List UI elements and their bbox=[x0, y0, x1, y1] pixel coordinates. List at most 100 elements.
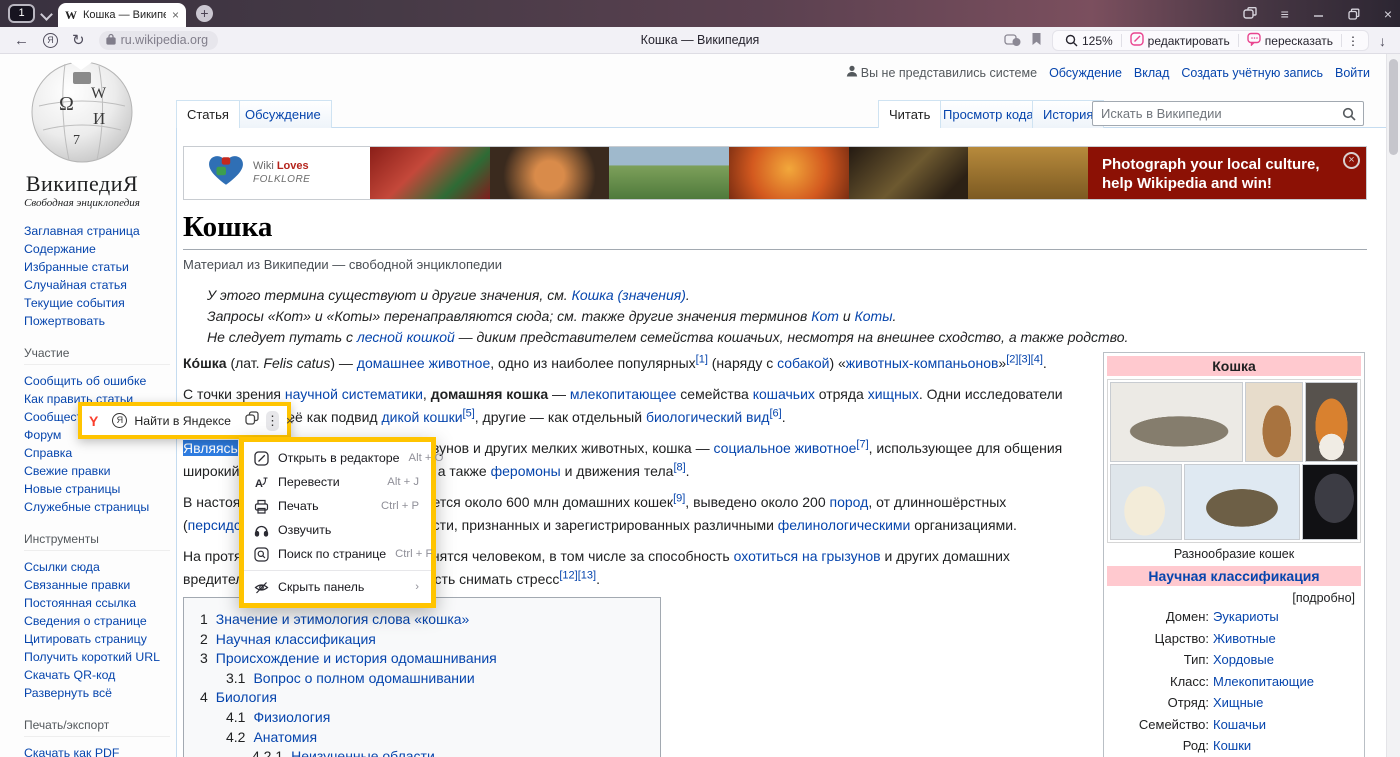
tabs-collection-button[interactable]: 1 bbox=[1004, 32, 1021, 50]
sidebar-link[interactable]: Скачать QR-код bbox=[24, 666, 170, 684]
sidebar-link[interactable]: Сведения о странице bbox=[24, 612, 170, 630]
restore-button[interactable] bbox=[1348, 8, 1360, 20]
toc-item[interactable]: 1Значение и этимология слова «кошка» bbox=[200, 610, 650, 630]
tab-read[interactable]: Читать bbox=[878, 100, 941, 128]
infobox-title: Кошка bbox=[1107, 356, 1361, 376]
personal-link-contrib[interactable]: Вклад bbox=[1134, 66, 1170, 80]
paragraph: Ко́шка (лат. Felis catus) — домашнее жив… bbox=[183, 352, 1088, 375]
toc-item[interactable]: 4.2.1Неизученные области bbox=[200, 747, 650, 757]
url-field[interactable]: ru.wikipedia.org bbox=[99, 31, 219, 50]
sidebar-link[interactable]: Новые страницы bbox=[24, 480, 170, 498]
toc-item[interactable]: 4Биология bbox=[200, 688, 650, 708]
cat-photo[interactable] bbox=[1305, 382, 1358, 462]
panel-more-button[interactable]: ⋮ bbox=[266, 411, 279, 431]
banner-photo bbox=[490, 147, 610, 199]
sidebar-link[interactable]: Скачать как PDF bbox=[24, 744, 170, 757]
sidebar-link[interactable]: Текущие события bbox=[24, 294, 170, 312]
sidebar-link[interactable]: Развернуть всё bbox=[24, 684, 170, 702]
tabs-dropdown-button[interactable] bbox=[42, 10, 51, 19]
banner-brand: Wiki Loves FOLKLORE bbox=[184, 147, 370, 199]
refresh-button[interactable]: ↻ bbox=[72, 31, 85, 49]
menu-item-open-in-editor[interactable]: Открыть в редактореAlt + O bbox=[244, 446, 431, 470]
wiki-search-box[interactable] bbox=[1092, 101, 1364, 126]
cat-photo[interactable] bbox=[1110, 382, 1243, 462]
panel-close-button[interactable]: × bbox=[286, 413, 294, 428]
toc-item[interactable]: 2Научная классификация bbox=[200, 630, 650, 650]
banner-close-icon[interactable]: × bbox=[1343, 152, 1360, 169]
yandex-find-panel[interactable]: Y Я Найти в Яндексе ⋮ × bbox=[78, 402, 291, 439]
menu-item-find-on-page[interactable]: Поиск по страницеCtrl + F bbox=[244, 542, 431, 566]
tab-counter-button[interactable]: 1 bbox=[8, 4, 35, 23]
cat-photo[interactable] bbox=[1184, 464, 1300, 540]
tab-close-button[interactable]: × bbox=[172, 8, 179, 22]
sidebar-link[interactable]: Свежие правки bbox=[24, 462, 170, 480]
classification-header[interactable]: Научная классификация bbox=[1107, 566, 1361, 586]
toc-item[interactable]: 3.1Вопрос о полном одомашнивании bbox=[200, 669, 650, 689]
summarize-button[interactable]: пересказать bbox=[1239, 32, 1341, 49]
detail-link[interactable]: [подробно] bbox=[1107, 589, 1361, 606]
sidebar-link[interactable]: Избранные статьи bbox=[24, 258, 170, 276]
sidebar-link[interactable]: Сообщить об ошибке bbox=[24, 372, 170, 390]
sidebar-link[interactable]: Случайная статья bbox=[24, 276, 170, 294]
tab-view-source[interactable]: Просмотр кода bbox=[932, 100, 1045, 128]
sidebar-link[interactable]: Ссылки сюда bbox=[24, 558, 170, 576]
banner-photo bbox=[968, 147, 1088, 199]
sidebar-link[interactable]: Содержание bbox=[24, 240, 170, 258]
find-in-yandex-button[interactable]: Найти в Яндексе bbox=[134, 414, 231, 428]
tab-article[interactable]: Статья bbox=[176, 100, 240, 128]
wikipedia-wordmark: ВикипедиЯ bbox=[16, 171, 148, 197]
dialogs-icon[interactable] bbox=[1243, 7, 1257, 21]
sidebar-link[interactable]: Цитировать страницу bbox=[24, 630, 170, 648]
zoom-control[interactable]: 125% bbox=[1057, 34, 1121, 48]
cat-photo[interactable] bbox=[1245, 382, 1303, 462]
svg-text:И: И bbox=[93, 109, 105, 128]
wikipedia-logo[interactable]: Ω W И 7 ВикипедиЯ Свободная энциклопедия bbox=[16, 58, 148, 209]
browser-tab[interactable]: W Кошка — Википедия × bbox=[58, 3, 186, 27]
yandex-badge-icon: Я bbox=[112, 413, 127, 428]
toc-item[interactable]: 4.2Анатомия bbox=[200, 728, 650, 748]
sidebar: Заглавная страница Содержание Избранные … bbox=[24, 222, 170, 757]
search-icon[interactable] bbox=[1342, 107, 1356, 121]
search-input[interactable] bbox=[1093, 106, 1342, 121]
toc-item[interactable]: 4.1Физиология bbox=[200, 708, 650, 728]
new-tab-button[interactable]: + bbox=[196, 5, 213, 22]
minimize-button[interactable] bbox=[1313, 8, 1324, 19]
menu-icon[interactable]: ≡ bbox=[1281, 6, 1289, 22]
yandex-search-icon[interactable]: Я bbox=[43, 33, 58, 48]
download-button[interactable]: ↓ bbox=[1379, 33, 1386, 49]
sidebar-link[interactable]: Служебные страницы bbox=[24, 498, 170, 516]
taxobox: Кошка Разнообразие кошек Научная классиф… bbox=[1103, 352, 1365, 757]
cat-photo[interactable] bbox=[1302, 464, 1358, 540]
sidebar-link[interactable]: Справка bbox=[24, 444, 170, 462]
wiki-loves-folklore-logo bbox=[208, 155, 244, 192]
hatnotes: У этого термина существуют и другие знач… bbox=[207, 285, 1357, 348]
edit-mode-button[interactable]: редактировать bbox=[1122, 32, 1238, 49]
taxonomy-row: Класс:Млекопитающие bbox=[1109, 671, 1359, 693]
page-scrollbar[interactable] bbox=[1386, 54, 1400, 757]
menu-item-print[interactable]: ПечатьCtrl + P bbox=[244, 494, 431, 518]
menu-item-translate[interactable]: A ПеревестиAlt + J bbox=[244, 470, 431, 494]
tab-discussion[interactable]: Обсуждение bbox=[234, 100, 332, 128]
wiki-loves-folklore-banner[interactable]: Wiki Loves FOLKLORE Photograph your loca… bbox=[183, 146, 1367, 200]
sidebar-link[interactable]: Пожертвовать bbox=[24, 312, 170, 330]
personal-link-login[interactable]: Войти bbox=[1335, 66, 1370, 80]
menu-item-read-aloud[interactable]: Озвучить bbox=[244, 518, 431, 542]
sidebar-link[interactable]: Заглавная страница bbox=[24, 222, 170, 240]
sidebar-link[interactable]: Постоянная ссылка bbox=[24, 594, 170, 612]
close-button[interactable]: × bbox=[1384, 6, 1392, 22]
svg-text:Ω: Ω bbox=[59, 93, 74, 115]
bookmark-button[interactable] bbox=[1031, 32, 1042, 49]
browser-window: 1 W Кошка — Википедия × + ≡ × ← Я ↻ ru.w… bbox=[0, 0, 1400, 757]
copy-icon[interactable] bbox=[245, 411, 259, 430]
sidebar-link[interactable]: Связанные правки bbox=[24, 576, 170, 594]
sidebar-link[interactable]: Получить короткий URL bbox=[24, 648, 170, 666]
personal-link-talk[interactable]: Обсуждение bbox=[1049, 66, 1122, 80]
menu-item-hide-panel[interactable]: Скрыть панель› bbox=[244, 575, 431, 599]
more-actions-button[interactable]: ⋮ bbox=[1342, 34, 1364, 48]
cat-photo[interactable] bbox=[1110, 464, 1182, 540]
toc-item[interactable]: 3Происхождение и история одомашнивания bbox=[200, 649, 650, 669]
taxonomy-row: Тип:Хордовые bbox=[1109, 649, 1359, 671]
personal-link-create-account[interactable]: Создать учётную запись bbox=[1181, 66, 1323, 80]
scrollbar-thumb[interactable] bbox=[1389, 59, 1398, 155]
back-button[interactable]: ← bbox=[14, 32, 29, 49]
